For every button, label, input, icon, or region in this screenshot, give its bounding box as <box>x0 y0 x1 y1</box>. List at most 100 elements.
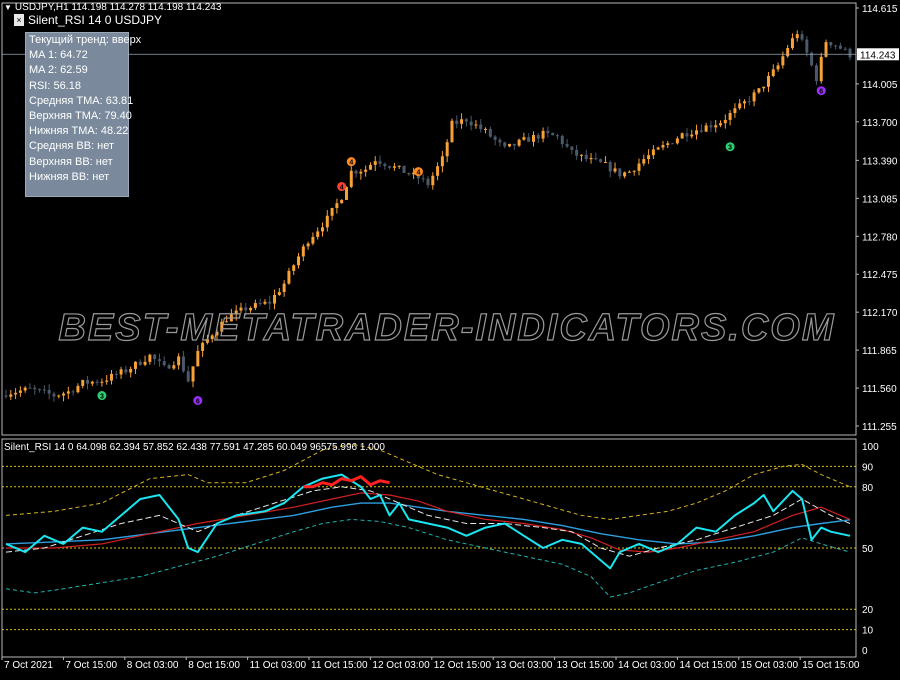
subwindow-header: Silent_RSI 14 0 64.098 62.394 57.852 62.… <box>4 442 385 453</box>
candle-body <box>407 172 411 175</box>
candle-body <box>771 69 775 76</box>
signal-marker-label: 4 <box>416 170 420 177</box>
chart-svg[interactable]: 3 6 4 4 4 3 6 BEST-METATRADER-INDICATORS.COM 11… <box>0 0 900 675</box>
price-axis-label: 112.780 <box>862 232 898 243</box>
candle-body <box>671 143 675 145</box>
candle-body <box>714 125 718 128</box>
chart-stage[interactable]: 3 6 4 4 4 3 6 BEST-METATRADER-INDICATORS.COM 11… <box>0 0 900 675</box>
candle-body <box>484 128 488 130</box>
indicator-title[interactable]: × Silent_RSI 14 0 USDJPY <box>14 13 167 29</box>
info-tma-mid: Средняя TMA: 63.81 <box>29 94 134 107</box>
close-icon[interactable]: × <box>14 14 24 26</box>
main-window-header: ▼ USDJPY,H1 114.198 114.278 114.198 114.2… <box>4 2 221 13</box>
candle-body <box>517 139 521 146</box>
candle-body <box>795 34 799 39</box>
rsi-subwindow[interactable] <box>2 443 856 631</box>
candle-body <box>503 142 507 147</box>
candle-body <box>110 373 113 381</box>
candle-body <box>86 380 90 384</box>
time-axis-label: 13 Oct 15:00 <box>557 660 615 671</box>
candle-body <box>306 243 310 247</box>
candle-body <box>181 356 185 372</box>
candle-body <box>805 39 809 53</box>
time-axis-label: 15 Oct 15:00 <box>802 660 860 671</box>
candle-body <box>651 149 655 156</box>
candle-body <box>608 162 612 172</box>
candle-body <box>723 119 727 124</box>
candle-body <box>297 256 301 266</box>
candle-body <box>493 136 497 140</box>
rsi-axis-label: 0 <box>862 646 868 657</box>
candle-body <box>546 130 550 134</box>
candle-body <box>148 354 152 362</box>
candle-body <box>656 147 660 150</box>
current-price-label: 114.243 <box>860 50 896 61</box>
rsi-axis-label: 50 <box>862 544 874 555</box>
dropdown-triangle-icon[interactable]: ▼ <box>4 3 12 12</box>
candle-body <box>397 165 401 167</box>
signal-marker-label: 6 <box>819 89 823 96</box>
candle-body <box>728 113 732 120</box>
time-axis-label: 11 Oct 15:00 <box>311 660 368 671</box>
watermark-text: BEST-METATRADER-INDICATORS.COM <box>58 307 835 349</box>
candle-body <box>560 135 564 145</box>
candle-body <box>440 156 444 167</box>
price-axis-label: 112.170 <box>862 308 898 319</box>
candle-body <box>378 161 382 164</box>
time-axis-label: 7 Oct 15:00 <box>65 660 117 671</box>
candle-body <box>743 101 746 104</box>
candle-body <box>330 207 334 216</box>
candle-body <box>263 301 267 304</box>
info-bb-lower: Нижняя BB: нет <box>29 170 110 183</box>
candle-body <box>133 361 137 369</box>
candle-body <box>474 124 478 126</box>
main-price-window[interactable]: 3 6 4 4 4 3 6 BEST-METATRADER-INDICATORS.COM <box>2 30 856 405</box>
candle-body <box>464 119 468 122</box>
signal-marker-label: 3 <box>100 394 104 401</box>
candle-body <box>536 135 540 139</box>
candle-body <box>340 199 344 204</box>
signal-marker-label: 4 <box>340 185 344 192</box>
signal-marker-label: 6 <box>196 398 200 405</box>
candle-body <box>186 371 190 382</box>
candle-body <box>431 175 435 186</box>
candle-body <box>124 369 128 373</box>
candle-body <box>38 389 42 391</box>
candle-body <box>579 154 583 156</box>
candle-body <box>28 387 32 389</box>
candle-body <box>647 155 651 160</box>
candle-body <box>282 283 286 293</box>
candle-body <box>196 350 200 367</box>
candle-body <box>18 390 22 393</box>
info-bb-mid: Средняя BB: нет <box>29 140 115 153</box>
info-tma-upper: Верхняя TMA: 79.40 <box>29 110 132 123</box>
candle-body <box>623 172 627 177</box>
rsi-axis-label: 90 <box>862 462 874 473</box>
candle-body <box>599 159 603 163</box>
candle-body <box>177 356 181 366</box>
candle-body <box>402 165 406 173</box>
candle-body <box>575 149 579 156</box>
rsi-axis-label: 100 <box>862 442 879 453</box>
candle-body <box>4 395 8 397</box>
candle-body <box>766 75 770 87</box>
symbol-ohlc-text: USDJPY,H1 114.198 114.278 114.198 114.24… <box>14 2 222 13</box>
indicator-title-text: Silent_RSI 14 0 USDJPY <box>28 13 163 27</box>
candle-body <box>57 395 61 397</box>
candle-body <box>71 391 75 393</box>
candle-body <box>603 162 607 164</box>
candle-body <box>522 137 526 140</box>
candle-body <box>445 142 449 157</box>
candle-body <box>719 123 723 126</box>
candle-body <box>62 393 66 396</box>
candle-body <box>709 125 713 128</box>
time-axis-label: 14 Oct 03:00 <box>618 660 676 671</box>
candle-body <box>14 392 18 395</box>
candle-body <box>33 387 37 390</box>
candle-body <box>167 365 171 369</box>
candle-body <box>565 144 569 147</box>
candle-body <box>584 154 588 160</box>
candle-body <box>383 163 387 167</box>
candle-body <box>642 159 646 164</box>
candle-body <box>42 389 46 391</box>
